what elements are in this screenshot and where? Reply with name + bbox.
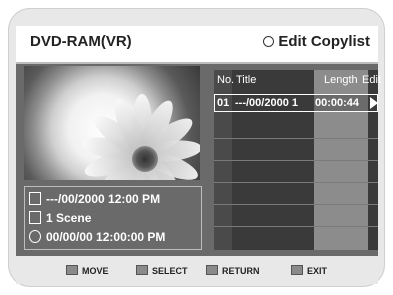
move-label: MOVE [82, 266, 109, 276]
info-scene: 1 Scene [46, 211, 92, 225]
info-date-row: ---/00/2000 12:00 PM [29, 190, 160, 208]
row-no: 01 [217, 97, 230, 109]
footer-bar: MOVE SELECT RETURN EXIT [16, 256, 378, 284]
circle-icon [263, 35, 275, 47]
flower-center [132, 146, 158, 172]
info-time: 00/00/00 12:00:00 PM [46, 230, 166, 244]
copylist-table: No. Title Length Edit 01 ---/00/2000 1 0… [214, 70, 381, 250]
move-hint: MOVE [66, 265, 109, 276]
disc-type-title: DVD-RAM(VR) [30, 33, 132, 50]
header-title: Title [236, 74, 257, 86]
edit-copylist-label: Edit Copylist [278, 33, 370, 50]
header-edit: Edit [362, 74, 381, 86]
row-divider [214, 204, 378, 205]
title-bar: DVD-RAM(VR) Edit Copylist [16, 26, 378, 64]
play-icon[interactable] [370, 97, 378, 109]
info-scene-row: 1 Scene [29, 209, 91, 227]
row-length: 00:00:44 [315, 97, 360, 109]
header-no: No. [217, 74, 235, 86]
info-date: ---/00/2000 12:00 PM [46, 192, 161, 206]
film-icon [29, 211, 41, 224]
exit-label: EXIT [307, 266, 328, 276]
select-label: SELECT [152, 266, 188, 276]
updown-icon [66, 265, 78, 275]
clock-icon [29, 230, 41, 243]
document-icon [29, 192, 41, 205]
header-length: Length [324, 74, 358, 86]
select-hint: SELECT [136, 265, 188, 276]
info-time-row: 00/00/00 12:00:00 PM [29, 228, 165, 246]
row-divider [214, 182, 378, 183]
return-label: RETURN [222, 266, 260, 276]
row-title: ---/00/2000 1 [235, 97, 298, 109]
thumbnail-preview [24, 66, 200, 180]
row-divider [214, 138, 378, 139]
return-icon [206, 265, 218, 275]
row-divider [214, 160, 378, 161]
edit-copylist-title: Edit Copylist [263, 33, 370, 50]
return-hint: RETURN [206, 265, 260, 276]
info-panel: ---/00/2000 12:00 PM 1 Scene 00/00/00 12… [24, 186, 202, 250]
row-divider [214, 226, 378, 227]
exit-icon [291, 265, 303, 275]
select-icon [136, 265, 148, 275]
exit-hint: EXIT [291, 265, 327, 276]
